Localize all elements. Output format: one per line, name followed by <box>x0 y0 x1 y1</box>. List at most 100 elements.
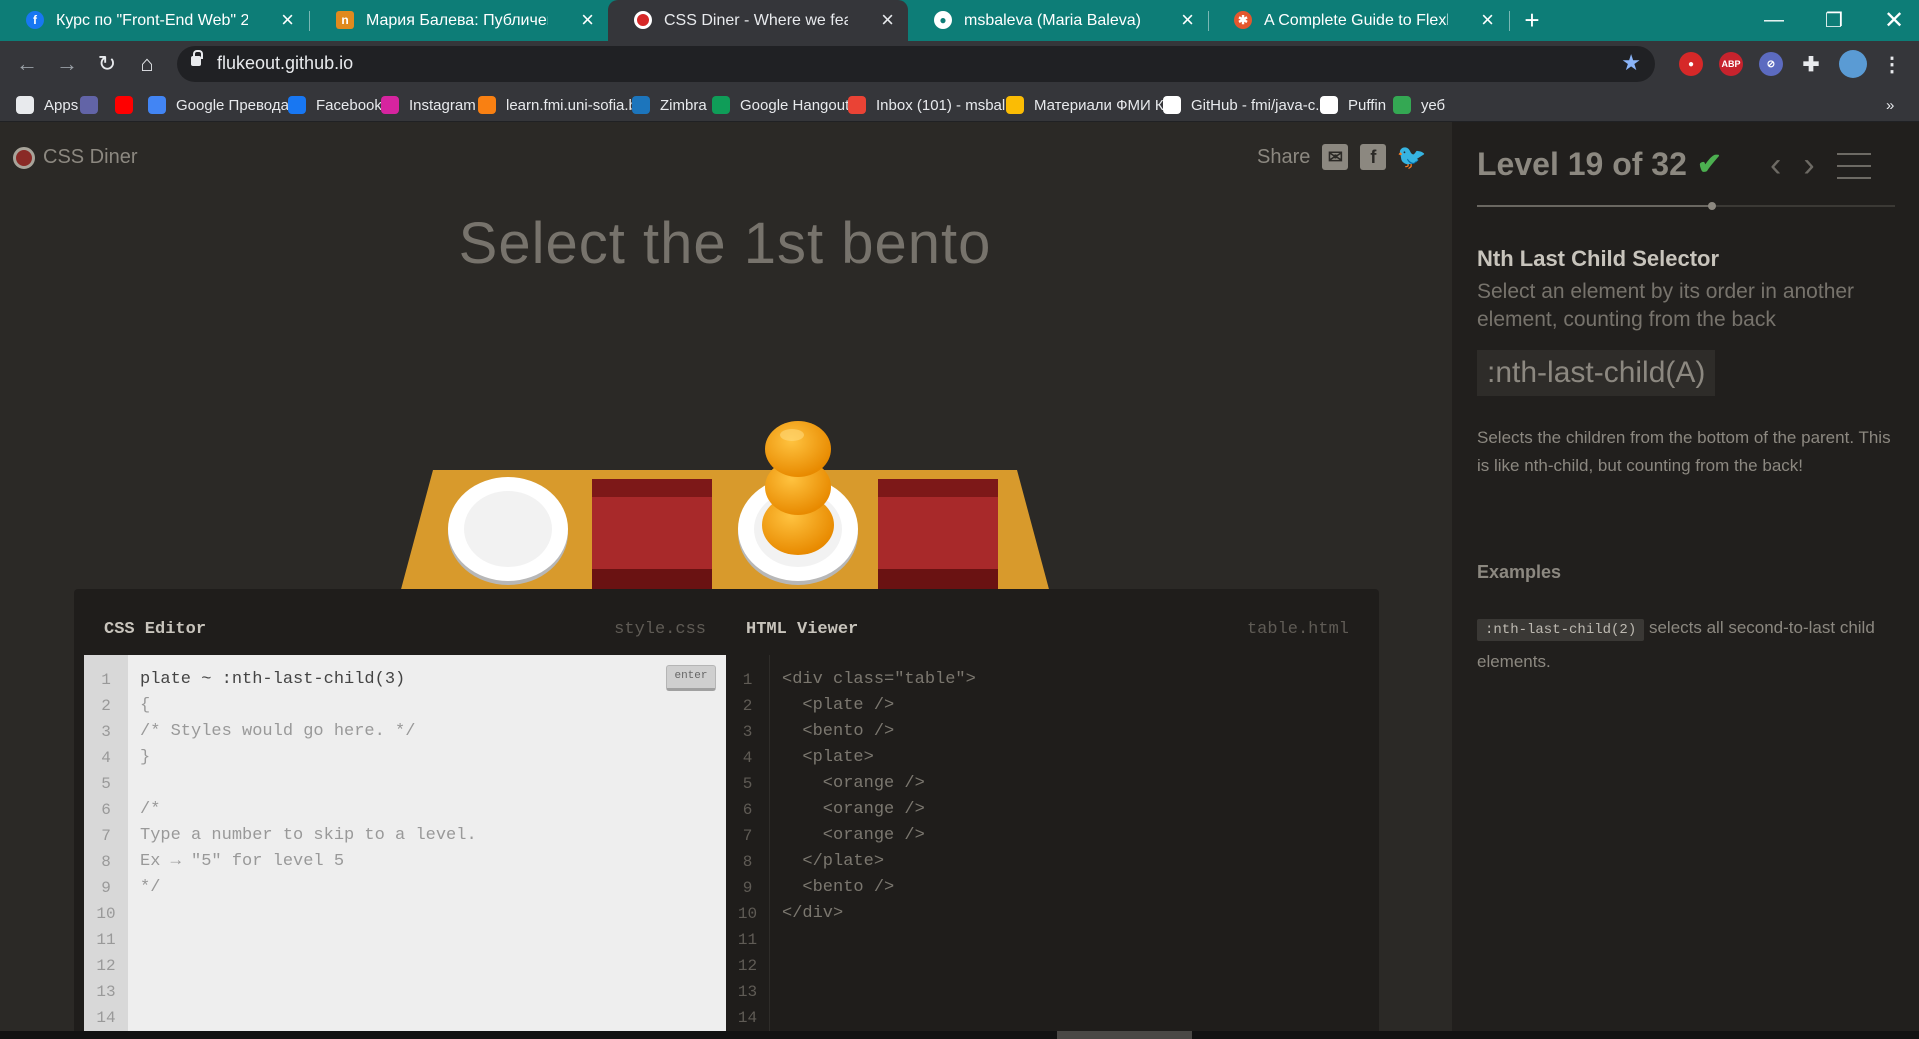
folder-icon <box>1393 96 1411 114</box>
bookmark-github-fmi-java-c[interactable]: GitHub - fmi/java-c... <box>1163 95 1328 115</box>
bookmark-youtube-icon[interactable] <box>115 95 143 115</box>
back-button[interactable]: ← <box>12 49 42 79</box>
new-tab-button[interactable]: + <box>1502 0 1562 41</box>
bookmark-label: Google Преводач <box>176 96 297 114</box>
next-level-icon[interactable]: › <box>1803 146 1814 185</box>
facebook-icon <box>288 96 306 114</box>
facebook-share-icon[interactable]: f <box>1360 144 1387 170</box>
logo-text: CSS Diner <box>43 146 138 168</box>
css-editor-pane: CSS Editor style.css 1 2 3 4 5 6 7 8 9 10 11 12 13 14… <box>84 603 726 1039</box>
bookmark-label: Zimbra <box>660 96 707 114</box>
code-line: Type a number to skip to a level. <box>140 826 477 845</box>
css-line-numbers: 1 2 3 4 5 6 7 8 9 10 11 12 13 14 <box>84 655 128 1039</box>
tab-front-end-course[interactable]: f Курс по "Front-End Web" 2020 | × <box>0 0 308 41</box>
address-bar[interactable]: flukeout.github.io ★ <box>177 46 1655 82</box>
line-number: 2 <box>101 697 111 715</box>
tab-bar: f Курс по "Front-End Web" 2020 | × n Мар… <box>0 0 1919 41</box>
browser-toolbar: ← → ↻ ⌂ flukeout.github.io ★ ● ABP ⊘ ✚ ⋮ <box>0 41 1919 88</box>
reload-button[interactable]: ↻ <box>92 49 122 79</box>
tab-title: Курс по "Front-End Web" 2020 | <box>56 11 248 29</box>
minimize-button[interactable]: — <box>1744 0 1804 41</box>
css-editor-header: CSS Editor style.css <box>84 603 726 655</box>
orange-3[interactable] <box>765 421 831 477</box>
level-instruction: Select the 1st bento <box>458 211 992 276</box>
css-code[interactable]: plate ~ :nth-last-child(3) {/* Styles wou… <box>140 655 726 1031</box>
extension-red-icon[interactable]: ● <box>1679 52 1703 76</box>
close-window-button[interactable]: ✕ <box>1864 0 1919 41</box>
bookmark-instagram[interactable]: Instagram <box>381 95 476 115</box>
line-number: 6 <box>742 801 753 819</box>
css-tricks-icon: ✱ <box>1234 11 1252 29</box>
tab-maria-baleva-profile[interactable]: n Мария Балева: Публичен проф × <box>310 0 608 41</box>
bookmark-уеб[interactable]: уеб <box>1393 95 1445 115</box>
css-diner-icon <box>634 11 652 29</box>
css-input-area[interactable]: 1 2 3 4 5 6 7 8 9 10 11 12 13 14 plate ~ :nth-last-ch… <box>84 655 726 1039</box>
bookmark-inbox-101-msbal[interactable]: Inbox (101) - msbal... <box>848 95 1018 115</box>
block-site-icon[interactable]: ⊘ <box>1759 52 1783 76</box>
bento-1[interactable] <box>592 479 712 589</box>
level-navigation: ‹ › <box>1770 146 1871 185</box>
previous-level-icon[interactable]: ‹ <box>1770 146 1781 185</box>
close-tab-icon[interactable]: × <box>1181 8 1194 32</box>
level-progress-bar <box>1477 202 1895 210</box>
google-drive-icon <box>1006 96 1024 114</box>
extensions-puzzle-icon[interactable]: ✚ <box>1799 52 1823 76</box>
bookmark-google-hangouts[interactable]: Google Hangouts <box>712 95 857 115</box>
horizontal-scrollbar[interactable] <box>0 1031 1919 1039</box>
home-button[interactable]: ⌂ <box>132 49 162 79</box>
line-number: 3 <box>742 723 753 741</box>
bookmark-facebook[interactable]: Facebook <box>288 95 382 115</box>
line-number: 5 <box>101 775 111 793</box>
bookmark-материали-фми-к[interactable]: Материали ФМИ К... <box>1006 95 1176 115</box>
line-number: 13 <box>96 983 116 1001</box>
bookmark-label: уеб <box>1421 96 1446 114</box>
close-tab-icon[interactable]: × <box>581 8 594 32</box>
close-tab-icon[interactable]: × <box>1481 8 1494 32</box>
level-menu-icon[interactable] <box>1836 152 1871 179</box>
bento-2[interactable] <box>878 479 998 589</box>
forward-button[interactable]: → <box>52 49 82 79</box>
line-number: 10 <box>96 905 116 923</box>
line-number: 12 <box>96 957 116 975</box>
enter-button[interactable]: enter <box>666 665 716 691</box>
tab-flexbox-guide[interactable]: ✱ A Complete Guide to Flexbox | C × <box>1208 0 1508 41</box>
line-number: 2 <box>742 697 753 715</box>
learn-icon: n <box>336 11 354 29</box>
code-line: /* <box>140 800 161 819</box>
twitter-share-icon[interactable]: 🐦 <box>1396 144 1426 171</box>
bookmark-puffin[interactable]: Puffin <box>1320 95 1386 115</box>
code-line: <orange /> <box>782 826 925 845</box>
more-bookmarks-button[interactable]: » <box>1886 95 1894 115</box>
bookmark-google-преводач[interactable]: Google Преводач <box>148 95 296 115</box>
adblock-plus-icon[interactable]: ABP <box>1719 52 1743 76</box>
tab-github-msbaleva[interactable]: ● msbaleva (Maria Baleva) × <box>908 0 1208 41</box>
bookmark-apps[interactable]: Apps <box>16 95 78 115</box>
bookmark-learn-fmi-uni-sofia-bg[interactable]: learn.fmi.uni-sofia.bg <box>478 95 645 115</box>
facebook-icon: f <box>26 11 44 29</box>
tab-css-diner[interactable]: CSS Diner - Where we feast on C × <box>608 0 908 41</box>
close-tab-icon[interactable]: × <box>281 8 294 32</box>
bookmark-label: learn.fmi.uni-sofia.bg <box>506 96 646 114</box>
bookmark-star-icon[interactable]: ★ <box>1621 50 1641 76</box>
close-tab-icon[interactable]: × <box>881 8 894 32</box>
bookmark-label: Facebook <box>316 96 382 114</box>
menu-kebab-icon[interactable]: ⋮ <box>1880 52 1904 76</box>
scrollbar-thumb[interactable] <box>1057 1031 1192 1039</box>
bookmark-label: Apps <box>44 96 79 114</box>
bookmark-zimbra[interactable]: Zimbra <box>632 95 707 115</box>
github-icon: ● <box>934 11 952 29</box>
restore-button[interactable]: ❐ <box>1804 0 1864 41</box>
line-number: 12 <box>737 957 758 975</box>
level-text: Level 19 of 32 <box>1477 146 1687 182</box>
email-icon[interactable]: ✉ <box>1322 144 1349 170</box>
line-number: 11 <box>96 931 116 949</box>
css-diner-logo[interactable]: CSS Diner <box>13 146 137 169</box>
line-number: 1 <box>101 671 111 689</box>
plate-1[interactable] <box>448 477 568 585</box>
bookmark-teams-icon[interactable] <box>80 95 108 115</box>
profile-avatar[interactable] <box>1839 50 1867 78</box>
bookmark-label: Instagram <box>409 96 476 114</box>
